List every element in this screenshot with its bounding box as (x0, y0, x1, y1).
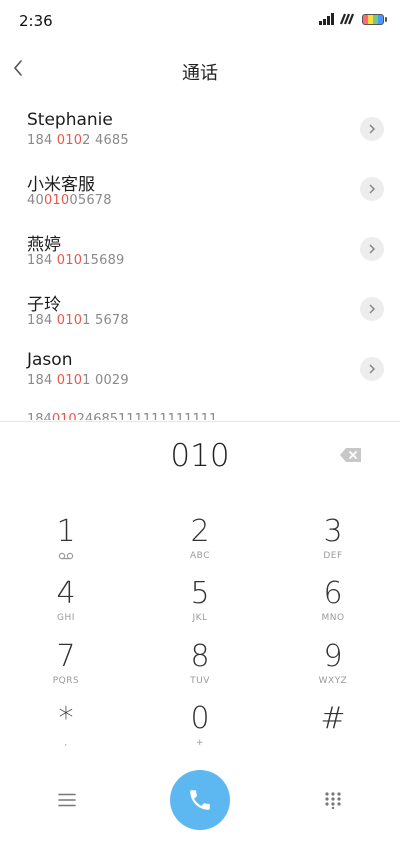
contact-detail-button[interactable] (360, 117, 384, 141)
contact-number: 4001005678 (27, 193, 112, 208)
phone-icon (190, 790, 210, 810)
key-letters: + (195, 738, 205, 748)
key-digit: 6 (323, 576, 343, 611)
key-digit: 4 (56, 576, 76, 611)
key-letters: JKL (192, 613, 208, 623)
contact-name: Stephanie (27, 110, 113, 130)
divider (0, 421, 400, 422)
key-letters: DEF (323, 551, 343, 561)
key-6[interactable]: 6 MNO (283, 577, 383, 639)
contact-detail-button[interactable] (360, 177, 384, 201)
key-letters: PQRS (52, 676, 80, 686)
key-letters: MNO (321, 613, 345, 623)
chevron-right-icon (369, 184, 376, 194)
signal-icon (319, 13, 334, 25)
contact-number: 184 01015689 (27, 253, 125, 268)
contact-name: Jason (27, 350, 73, 370)
chevron-right-icon (369, 364, 376, 374)
key-digit: 1 (56, 514, 76, 549)
key-5[interactable]: 5 JKL (150, 577, 250, 639)
battery-icon (362, 13, 387, 25)
dial-display: 010 (0, 430, 400, 490)
contact-row[interactable]: 燕婷 184 01015689 (0, 220, 400, 280)
contact-row[interactable]: Jason 184 0101 0029 (0, 340, 400, 400)
key-digit: # (320, 701, 346, 736)
menu-button[interactable] (50, 786, 84, 814)
contact-row[interactable]: 小米客服 4001005678 (0, 160, 400, 220)
contact-number: 184 0102 4685 (27, 133, 129, 148)
key-digit: 2 (190, 514, 210, 549)
backspace-icon[interactable] (339, 446, 363, 464)
key-3[interactable]: 3 DEF (283, 515, 383, 577)
dialpad-icon (325, 792, 341, 809)
contact-number: 184 0101 5678 (27, 313, 129, 328)
key-1[interactable]: 1 (16, 515, 116, 577)
key-letters: GHI (57, 613, 75, 623)
key-letters: , (64, 738, 68, 748)
contact-row[interactable]: Stephanie 184 0102 4685 (0, 100, 400, 160)
contact-name: 燕婷 (27, 235, 61, 255)
contact-detail-button[interactable] (360, 297, 384, 321)
key-digit: 8 (190, 639, 210, 674)
keypad: 1 2 ABC 3 DEF 4 GHI 5 JKL 6 MNO 7 PQRS 8… (0, 505, 400, 755)
key-0[interactable]: 0 + (150, 702, 250, 764)
contact-list: Stephanie 184 0102 4685 小米客服 4001005678 … (0, 100, 400, 420)
contact-row[interactable]: 子玲 184 0101 5678 (0, 280, 400, 340)
key-digit: 7 (56, 639, 76, 674)
status-time: 2:36 (19, 12, 53, 30)
key-hash[interactable]: # (283, 702, 383, 764)
contact-name: 子玲 (27, 295, 61, 315)
dialpad-toggle-button[interactable] (316, 786, 350, 814)
contact-row-partial[interactable]: 18401024685111111111111 (27, 412, 217, 420)
contact-detail-button[interactable] (360, 237, 384, 261)
key-7[interactable]: 7 PQRS (16, 640, 116, 702)
chevron-right-icon (369, 304, 376, 314)
key-digit: 3 (323, 514, 343, 549)
contact-detail-button[interactable] (360, 357, 384, 381)
status-bar: 2:36 (0, 0, 400, 40)
call-button[interactable] (170, 770, 230, 830)
wifi-icon (340, 13, 355, 25)
title-bar: 通话 (0, 46, 400, 94)
key-8[interactable]: 8 TUV (150, 640, 250, 702)
key-letters: TUV (190, 676, 210, 686)
key-9[interactable]: 9 WXYZ (283, 640, 383, 702)
key-digit: 9 (323, 639, 343, 674)
bottom-bar (0, 768, 400, 832)
key-letters: ABC (190, 551, 210, 561)
chevron-right-icon (369, 244, 376, 254)
contact-name: 小米客服 (27, 175, 95, 195)
page-title: 通话 (182, 63, 218, 84)
voicemail-icon (58, 552, 74, 560)
menu-icon (58, 793, 76, 807)
key-digit: 5 (190, 576, 210, 611)
key-2[interactable]: 2 ABC (150, 515, 250, 577)
key-digit: * (58, 701, 74, 736)
key-digit: 0 (190, 701, 210, 736)
chevron-right-icon (369, 124, 376, 134)
status-icons (319, 13, 387, 25)
key-star[interactable]: * , (16, 702, 116, 764)
key-4[interactable]: 4 GHI (16, 577, 116, 639)
key-letters: WXYZ (318, 676, 348, 686)
contact-number: 184 0101 0029 (27, 373, 129, 388)
